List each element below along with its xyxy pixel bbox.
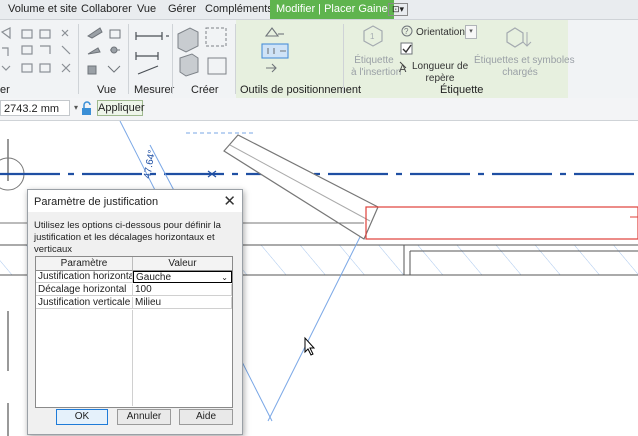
ok-button[interactable]: OK bbox=[56, 409, 108, 425]
length-value-input[interactable]: 2743.2 mm bbox=[0, 100, 70, 116]
tab-modifier-placer-gaine[interactable]: Modifier | Placer Gaine bbox=[270, 0, 394, 19]
modify-tools-icons[interactable] bbox=[0, 26, 80, 82]
cancel-button[interactable]: Annuler bbox=[117, 409, 171, 425]
ribbon-panel: er Vue Mesurer Créer Outils de positionn… bbox=[0, 20, 638, 99]
group-label-mesurer: Mesurer bbox=[134, 84, 175, 96]
orientation-icon: ? bbox=[401, 25, 413, 37]
positioning-tools-icons[interactable] bbox=[258, 24, 298, 82]
create-tools-icons[interactable] bbox=[176, 24, 234, 82]
orientation-label[interactable]: Orientation bbox=[416, 27, 465, 39]
measure-tools-icons[interactable] bbox=[132, 26, 172, 82]
group-label-creer: Créer bbox=[191, 84, 219, 96]
tag-on-placement-icon[interactable]: 1 bbox=[362, 24, 384, 48]
view-tools-icons[interactable] bbox=[84, 26, 126, 82]
apply-button[interactable]: Appliquer bbox=[97, 100, 144, 116]
loaded-tags-symbols-icon[interactable] bbox=[505, 24, 535, 54]
column-header-parametre: Paramètre bbox=[36, 257, 133, 271]
tab-complements[interactable]: Compléments bbox=[205, 0, 273, 19]
tab-vue[interactable]: Vue bbox=[137, 0, 156, 19]
etiquettes-symboles-label[interactable]: Étiquettes et symboles chargés bbox=[474, 55, 575, 79]
ribbon-tab-bar: Volume et site Collaborer Vue Gérer Comp… bbox=[0, 0, 638, 20]
dialog-title: Paramètre de justification bbox=[34, 196, 159, 208]
orientation-dropdown-chevron-icon[interactable]: ▾ bbox=[465, 25, 477, 39]
column-header-valeur: Valeur bbox=[133, 257, 232, 271]
row-param-justification-horizontale: Justification horizontale bbox=[36, 271, 133, 283]
mouse-cursor-icon bbox=[304, 336, 316, 356]
row-param-decalage-horizontal: Décalage horizontal bbox=[36, 284, 133, 296]
tab-collaborer[interactable]: Collaborer bbox=[81, 0, 132, 19]
svg-text:?: ? bbox=[404, 27, 409, 36]
value-select-justification-horizontale[interactable]: Gauche ⌄ bbox=[133, 271, 232, 283]
close-icon[interactable]: ✕ bbox=[223, 192, 236, 210]
group-label-etiquette: Étiquette bbox=[440, 84, 484, 96]
quick-options-icon[interactable]: ⊡▾ bbox=[388, 3, 408, 16]
value-select-justification-verticale[interactable]: Milieu bbox=[133, 297, 232, 309]
help-button[interactable]: Aide bbox=[179, 409, 233, 425]
chevron-down-icon[interactable]: ⌄ bbox=[221, 272, 228, 282]
selected-duct[interactable] bbox=[365, 206, 638, 240]
etiquette-insertion-label[interactable]: Étiquette à l'insertion bbox=[351, 55, 401, 79]
justification-dialog: Paramètre de justification ✕ Utilisez le… bbox=[27, 189, 243, 435]
parameter-grid: Paramètre Valeur Justification horizonta… bbox=[35, 256, 233, 408]
longueur-repere-label: Longueur de repère bbox=[412, 61, 469, 84]
row-param-justification-verticale: Justification verticale bbox=[36, 297, 133, 309]
dialog-description: Utilisez les options ci-dessous pour déf… bbox=[34, 220, 221, 255]
dialog-body: Utilisez les options ci-dessous pour déf… bbox=[28, 212, 242, 434]
value-input-decalage-horizontal[interactable]: 100 bbox=[133, 284, 232, 296]
leader-checkbox-icon[interactable] bbox=[400, 42, 414, 56]
options-bar: 2743.2 mm ▾ Appliquer bbox=[0, 98, 638, 121]
lock-icon[interactable] bbox=[80, 101, 94, 117]
group-label-vue: Vue bbox=[97, 84, 117, 96]
tab-gerer[interactable]: Gérer bbox=[168, 0, 196, 19]
svg-text:1: 1 bbox=[370, 32, 375, 41]
tab-volume-et-site[interactable]: Volume et site bbox=[8, 0, 77, 19]
group-label-modifier: er bbox=[0, 84, 10, 96]
